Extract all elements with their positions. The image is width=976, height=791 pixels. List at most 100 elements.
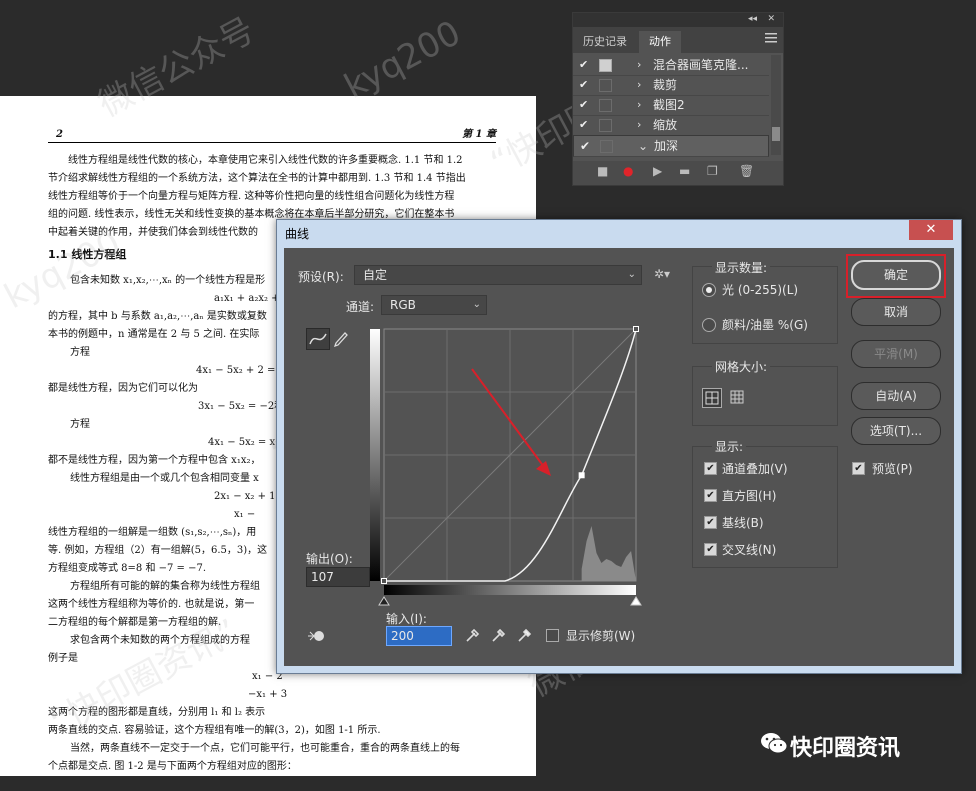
stop-icon[interactable]: ■ — [597, 164, 608, 178]
preset-value: 自定 — [363, 268, 388, 282]
preview-checkbox[interactable]: ✔ — [852, 462, 865, 475]
action-row[interactable]: ✔ › 截图2 — [573, 95, 769, 116]
document-line: 都是线性方程，因为它们可以化为 — [48, 383, 198, 394]
intersection-label: 交叉线(N) — [722, 543, 777, 557]
input-field[interactable]: 200 — [386, 626, 452, 646]
brand-name: 快印圈资讯 — [790, 736, 901, 761]
ok-button[interactable]: 确定 — [851, 260, 941, 290]
curve-point-tool[interactable] — [306, 328, 330, 350]
options-button[interactable]: 选项(T)... — [851, 417, 941, 445]
action-label: 截图2 — [653, 98, 685, 112]
channel-overlay-checkbox[interactable]: ✔ — [704, 462, 717, 475]
curve-point — [381, 578, 387, 584]
histogram-label: 直方图(H) — [722, 489, 777, 503]
play-icon[interactable]: ▶ — [653, 164, 662, 178]
new-action-icon[interactable]: ❐ — [707, 164, 718, 178]
document-line: 方程 — [70, 347, 90, 358]
gear-icon[interactable]: ✲▾ — [654, 267, 670, 281]
check-icon[interactable]: ✔ — [579, 55, 588, 75]
check-icon[interactable]: ✔ — [579, 95, 588, 115]
baseline-checkbox[interactable]: ✔ — [704, 516, 717, 529]
folder-icon[interactable]: ▬ — [679, 164, 690, 178]
chevron-down-icon: ⌄ — [627, 269, 636, 280]
check-icon[interactable]: ✔ — [579, 115, 588, 135]
cancel-button[interactable]: 取消 — [851, 298, 941, 326]
document-line: 这两个线性方程组称为等价的. 也就是说，第一 — [48, 599, 255, 610]
document-line: −x₁ + 3 — [248, 689, 288, 700]
chevron-down-icon[interactable]: ⌄ — [638, 136, 648, 156]
curves-graph[interactable] — [370, 324, 646, 614]
channel-overlay-label: 通道叠加(V) — [722, 462, 788, 476]
action-row[interactable]: ✔ ⌄ 加深 — [573, 135, 769, 157]
tab-actions[interactable]: 动作 — [639, 31, 681, 53]
action-row[interactable]: ✔ › 裁剪 — [573, 75, 769, 96]
action-row[interactable]: ✔ › 缩放 — [573, 115, 769, 136]
white-eyedropper-icon[interactable] — [516, 626, 534, 644]
simple-grid-button[interactable] — [702, 388, 722, 408]
channel-select[interactable]: RGB ⌄ — [381, 295, 487, 315]
auto-button[interactable]: 自动(A) — [851, 382, 941, 410]
intersection-checkbox[interactable]: ✔ — [704, 543, 717, 556]
delete-icon[interactable]: 🗑 — [739, 164, 754, 178]
document-line: 线性方程组是由一个或几个包含相同变量 x — [70, 473, 259, 484]
output-gradient — [370, 329, 380, 581]
curve-point — [633, 326, 639, 332]
output-field[interactable]: 107 — [306, 567, 370, 587]
close-icon[interactable]: ✕ — [767, 14, 775, 24]
panel-menu-icon[interactable] — [765, 33, 777, 43]
panel-scrollbar[interactable] — [771, 55, 781, 155]
action-row[interactable]: ✔ › 混合器画笔克隆... — [573, 55, 769, 76]
record-icon[interactable]: ● — [623, 164, 633, 178]
document-line: 求包含两个未知数的两个方程组成的方程 — [70, 635, 250, 646]
light-radio[interactable] — [702, 283, 716, 297]
dialog-title: 曲线 — [285, 227, 310, 241]
pencil-icon[interactable] — [332, 329, 350, 347]
panel-bottom-bar: ■ ● ▶ ▬ ❐ 🗑 — [573, 161, 783, 185]
dialog-toggle-empty[interactable] — [600, 140, 613, 153]
channel-label: 通道: — [346, 300, 375, 314]
collapse-icon[interactable]: ◂◂ — [748, 14, 757, 24]
chevron-right-icon[interactable]: › — [637, 95, 641, 115]
detailed-grid-button[interactable] — [728, 388, 746, 406]
document-line: 等. 例如，方程组（2）有一组解(5，6.5，3)，这 — [48, 545, 268, 556]
panel-topbar: ◂◂ ✕ — [573, 13, 783, 27]
action-label: 混合器画笔克隆... — [653, 58, 749, 72]
chevron-right-icon[interactable]: › — [637, 115, 641, 135]
document-line: 2x₁ − x₂ + 1 — [214, 491, 276, 502]
curve-tool-icon — [309, 333, 327, 345]
dialog-toggle-icon[interactable] — [599, 59, 612, 72]
smooth-button[interactable]: 平滑(M) — [851, 340, 941, 368]
document-line: 例子是 — [48, 653, 78, 664]
black-eyedropper-icon[interactable] — [464, 626, 482, 644]
document-line: 线性方程组的一组解是一组数 (s₁,s₂,⋯,sₙ)，用 — [48, 527, 257, 538]
dialog-toggle-empty[interactable] — [599, 119, 612, 132]
black-point-slider — [378, 596, 390, 606]
show-clipping-checkbox[interactable] — [546, 629, 559, 642]
curves-dialog: 曲线 ✕ 预设(R): 自定 ⌄ ✲▾ 通道: RGB ⌄ 输出(O): 107 输… — [276, 219, 962, 674]
histogram-checkbox[interactable]: ✔ — [704, 489, 717, 502]
check-icon[interactable]: ✔ — [579, 75, 588, 95]
target-adjustment-icon[interactable] — [306, 626, 328, 646]
scrollbar-thumb[interactable] — [772, 127, 780, 141]
preset-label: 预设(R): — [298, 270, 344, 284]
page-number: 2 — [56, 129, 63, 140]
pigment-radio[interactable] — [702, 318, 716, 332]
preset-select[interactable]: 自定 ⌄ — [354, 265, 642, 285]
white-point-slider — [630, 596, 642, 606]
pigment-radio-label: 颜料/油墨 %(G) — [722, 318, 808, 332]
chevron-right-icon[interactable]: › — [637, 75, 641, 95]
tab-history[interactable]: 历史记录 — [573, 31, 637, 53]
actions-panel: ◂◂ ✕ 历史记录 动作 ✔ › 混合器画笔克隆... ✔ › 裁剪 ✔ › 截图2 ✔ › 缩放 ✔ ⌄… — [572, 12, 784, 186]
gray-eyedropper-icon[interactable] — [490, 626, 508, 644]
document-line: 二方程组的每个解都是第一方程组的解. — [48, 617, 222, 628]
grid-4-icon — [705, 391, 719, 405]
panel-tabs: 历史记录 动作 — [573, 27, 783, 53]
close-button[interactable]: ✕ — [909, 220, 953, 240]
check-icon[interactable]: ✔ — [580, 136, 590, 156]
chevron-right-icon[interactable]: › — [637, 55, 641, 75]
document-line: 当然，两条直线不一定交于一个点，它们可能平行，也可能重合，重合的两条直线上的每 — [70, 743, 460, 754]
document-line: 方程组变成等式 8=8 和 −7 = −7. — [48, 563, 207, 574]
show-label: 显示: — [712, 438, 747, 455]
dialog-toggle-empty[interactable] — [599, 79, 612, 92]
dialog-toggle-empty[interactable] — [599, 99, 612, 112]
